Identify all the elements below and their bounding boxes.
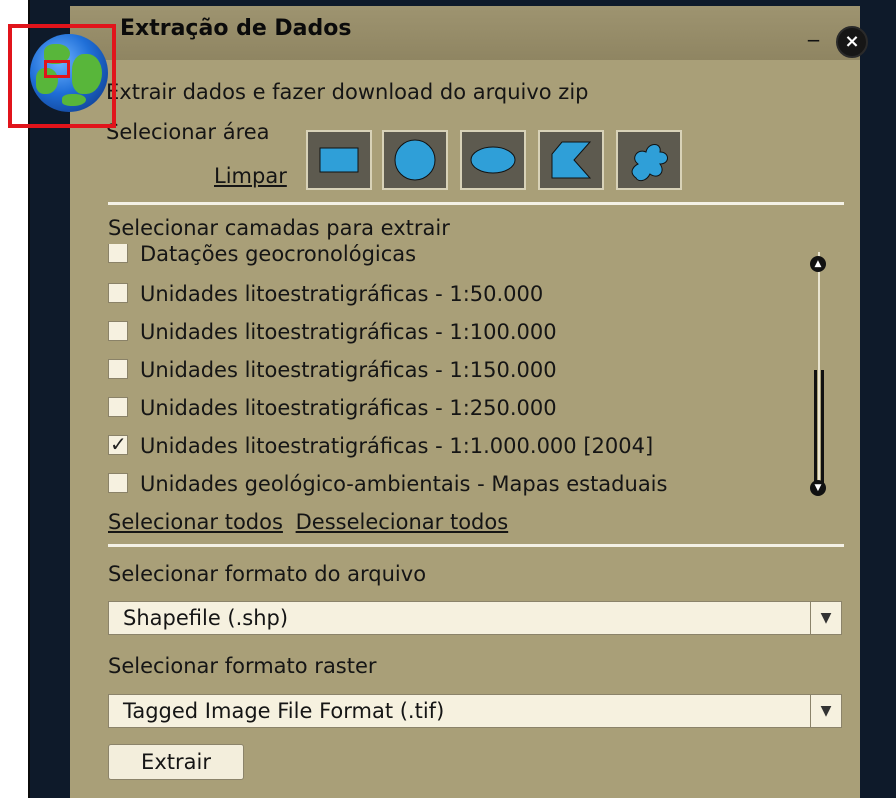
rectangle-tool-button[interactable] xyxy=(306,130,372,190)
panel-titlebar[interactable]: Extração de Dados _ × xyxy=(70,6,868,60)
raster-format-select[interactable]: Tagged Image File Format (.tif) ▼ xyxy=(108,694,842,728)
layer-item[interactable]: Datações geocronológicas xyxy=(108,244,416,272)
panel-description: Extrair dados e fazer download do arquiv… xyxy=(106,80,589,104)
highlight-box-inner xyxy=(44,60,70,78)
layers-list: Datações geocronológicas Unidades litoes… xyxy=(70,244,860,500)
section-divider xyxy=(108,544,844,547)
select-all-link[interactable]: Selecionar todos xyxy=(108,510,283,534)
freehand-tool-button[interactable] xyxy=(616,130,682,190)
layer-checkbox[interactable]: ✓ xyxy=(108,432,128,456)
raster-format-value: Tagged Image File Format (.tif) xyxy=(123,699,445,723)
layer-label: Unidades litoestratigráficas - 1:1.000.0… xyxy=(140,434,654,458)
layer-checkbox[interactable] xyxy=(108,359,128,379)
ellipse-tool-button[interactable] xyxy=(460,130,526,190)
data-extraction-panel: Extração de Dados _ × Extrair dados e fa… xyxy=(70,6,868,798)
chevron-down-icon[interactable]: ▼ xyxy=(810,695,841,727)
layer-label: Unidades geológico-ambientais - Mapas es… xyxy=(140,472,668,496)
circle-icon xyxy=(394,139,436,181)
layers-heading: Selecionar camadas para extrair xyxy=(108,216,450,240)
close-button[interactable]: × xyxy=(836,26,868,58)
layer-checkbox[interactable] xyxy=(108,244,128,263)
file-format-select[interactable]: Shapefile (.shp) ▼ xyxy=(108,601,842,635)
raster-format-label: Selecionar formato raster xyxy=(108,654,377,678)
polygon-icon xyxy=(551,141,592,179)
ellipse-icon xyxy=(470,146,516,174)
layer-item[interactable]: Unidades litoestratigráficas - 1:250.000 xyxy=(108,396,557,426)
layer-label: Datações geocronológicas xyxy=(140,244,417,266)
scroll-up-icon[interactable]: ▲ xyxy=(810,256,826,272)
section-divider xyxy=(108,202,844,205)
layer-item[interactable]: ✓ Unidades litoestratigráficas - 1:1.000.… xyxy=(108,432,654,464)
minimize-button[interactable]: _ xyxy=(808,19,830,46)
layer-label: Unidades litoestratigráficas - 1:250.000 xyxy=(140,396,557,420)
file-format-value: Shapefile (.shp) xyxy=(123,606,289,630)
layer-label: Unidades litoestratigráficas - 1:100.000 xyxy=(140,320,557,344)
layer-checkbox[interactable] xyxy=(108,321,128,341)
circle-tool-button[interactable] xyxy=(382,130,448,190)
scroll-down-icon[interactable]: ▼ xyxy=(810,480,826,496)
chevron-down-icon[interactable]: ▼ xyxy=(810,602,841,634)
layer-checkbox[interactable] xyxy=(108,283,128,303)
layer-label: Unidades litoestratigráficas - 1:50.000 xyxy=(140,282,544,306)
file-format-label: Selecionar formato do arquivo xyxy=(108,562,427,586)
layer-item[interactable]: Unidades geológico-ambientais - Mapas es… xyxy=(108,472,667,500)
freehand-icon xyxy=(631,144,668,182)
select-area-label: Selecionar área xyxy=(106,120,270,144)
deselect-all-link[interactable]: Desselecionar todos xyxy=(296,510,509,534)
polygon-tool-button[interactable] xyxy=(538,130,604,190)
layer-checkbox[interactable] xyxy=(108,473,128,493)
rectangle-icon xyxy=(319,147,359,173)
checkmark-icon: ✓ xyxy=(110,432,127,456)
layer-item[interactable]: Unidades litoestratigráficas - 1:50.000 xyxy=(108,282,543,312)
layer-item[interactable]: Unidades litoestratigráficas - 1:150.000 xyxy=(108,358,557,388)
extract-button[interactable]: Extrair xyxy=(108,744,244,780)
clear-link[interactable]: Limpar xyxy=(214,164,287,188)
layer-item[interactable]: Unidades litoestratigráficas - 1:100.000 xyxy=(108,320,557,350)
panel-title: Extração de Dados xyxy=(120,16,352,41)
layers-scrollbar-thumb[interactable] xyxy=(814,370,824,486)
layer-label: Unidades litoestratigráficas - 1:150.000 xyxy=(140,358,557,382)
layer-checkbox[interactable] xyxy=(108,397,128,417)
